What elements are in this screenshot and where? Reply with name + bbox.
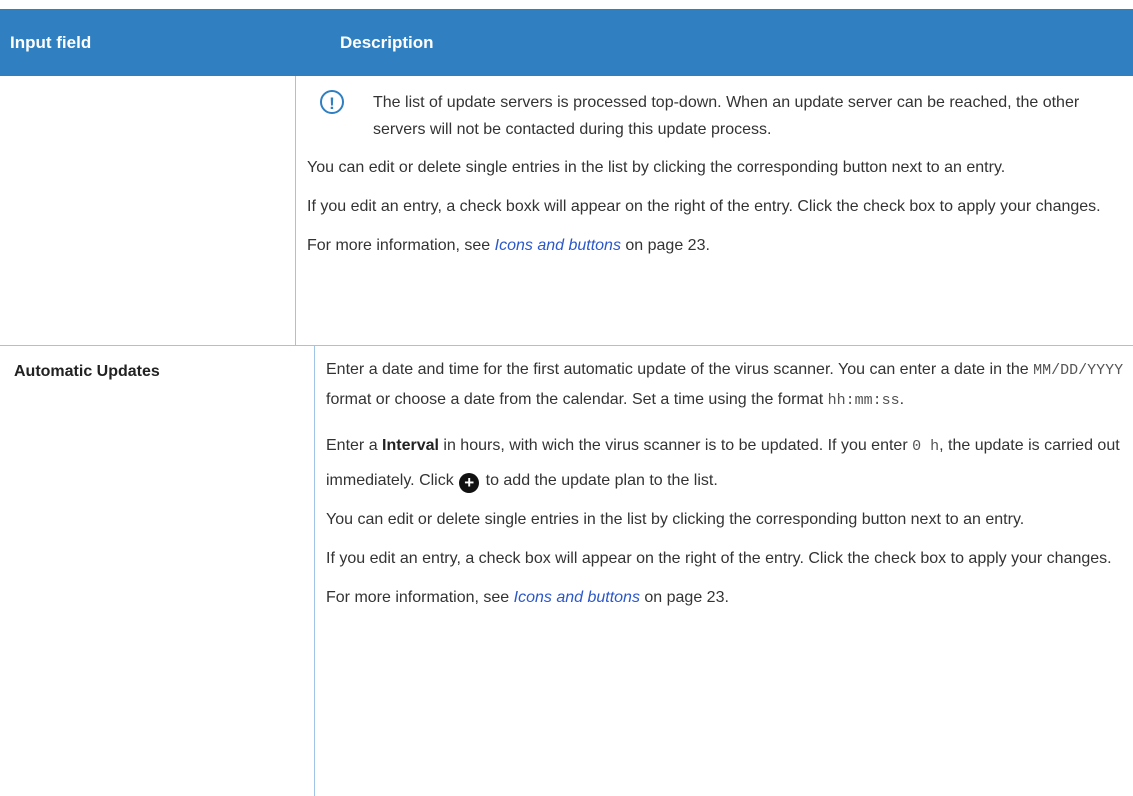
text: to add the update plan to the list. xyxy=(481,472,718,489)
table-row: Automatic Updates Enter a date and time … xyxy=(0,346,1133,796)
header-input-field: Input field xyxy=(10,32,92,52)
paragraph: If you edit an entry, a check boxk will … xyxy=(307,198,1101,215)
paragraph: You can edit or delete single entries in… xyxy=(326,511,1025,528)
text: on page 23. xyxy=(639,589,729,606)
zero-hours: 0 h xyxy=(912,438,940,455)
text: For more information, see xyxy=(307,237,495,254)
note-text: The list of update servers is processed … xyxy=(373,94,1080,138)
field-description: Enter a date and time for the first auto… xyxy=(314,346,1133,796)
field-name xyxy=(0,76,295,345)
table-header: Input field Description xyxy=(0,9,1133,76)
time-format: hh:mm:ss xyxy=(827,392,900,409)
exclamation-circle-icon: ! xyxy=(320,90,344,114)
table-row: ! The list of update servers is processe… xyxy=(0,76,1133,346)
paragraph: Enter a date and time for the first auto… xyxy=(326,355,1133,415)
icons-and-buttons-link[interactable]: Icons and buttons xyxy=(514,589,640,606)
header-description: Description xyxy=(340,32,434,52)
paragraph: You can edit or delete single entries in… xyxy=(307,159,1006,176)
note-box: ! The list of update servers is processe… xyxy=(307,89,1133,143)
description-table: Input field Description ! The list of up… xyxy=(0,9,1133,796)
icons-and-buttons-link[interactable]: Icons and buttons xyxy=(495,237,621,254)
text: in hours, with wich the virus scanner is… xyxy=(438,437,913,454)
interval-label: Interval xyxy=(382,437,439,454)
plus-circle-icon: + xyxy=(459,473,480,493)
text: For more information, see xyxy=(326,589,514,606)
text: Enter a date and time for the first auto… xyxy=(326,361,1034,378)
more-info-paragraph: For more information, see Icons and butt… xyxy=(326,584,1133,611)
text: . xyxy=(899,391,905,408)
field-name: Automatic Updates xyxy=(14,363,160,380)
paragraph: If you edit an entry, a check box will a… xyxy=(326,550,1112,567)
field-description: ! The list of update servers is processe… xyxy=(295,76,1133,345)
more-info-paragraph: For more information, see Icons and butt… xyxy=(307,232,1133,259)
text: on page 23. xyxy=(620,237,710,254)
text: format or choose a date from the calenda… xyxy=(326,391,828,408)
date-format: MM/DD/YYYY xyxy=(1033,362,1124,379)
paragraph: Enter a Interval in hours, with wich the… xyxy=(326,429,1133,498)
text: Enter a xyxy=(326,437,383,454)
